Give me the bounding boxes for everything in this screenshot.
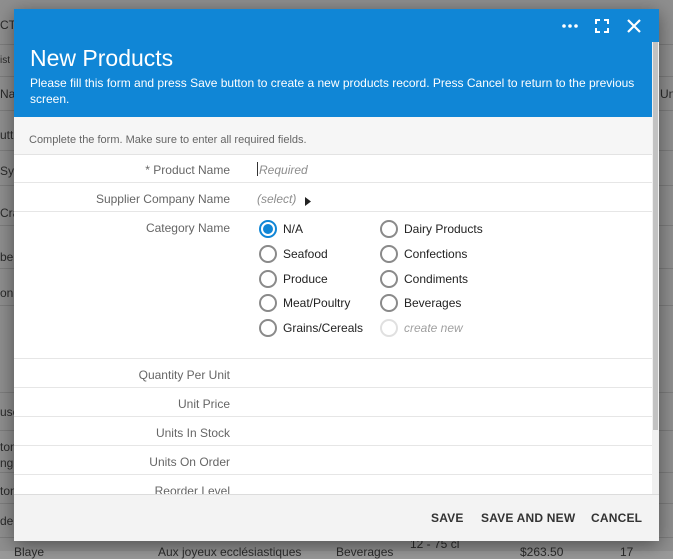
dropdown-arrow-icon[interactable]	[305, 193, 311, 211]
radio-icon	[259, 319, 277, 337]
category-option-label: Produce	[283, 272, 328, 286]
save-and-new-button[interactable]: SAVE AND NEW	[481, 511, 575, 525]
category-option-na[interactable]: N/A	[259, 220, 303, 238]
unit-price-row[interactable]: Unit Price	[14, 388, 652, 417]
category-option-label: N/A	[283, 222, 304, 236]
category-option-label: Condiments	[404, 272, 469, 286]
radio-icon	[380, 220, 398, 238]
category-option-label: Beverages	[404, 296, 462, 310]
category-option-label: Meat/Poultry	[283, 296, 351, 310]
bg-fragment: Blaye	[14, 545, 45, 559]
form-body: Complete the form. Make sure to enter al…	[14, 117, 652, 501]
bg-fragment: utt	[0, 128, 14, 142]
radio-icon	[259, 245, 277, 263]
new-products-dialog: New Products Please fill this form and p…	[14, 9, 659, 541]
form-hint: Complete the form. Make sure to enter al…	[29, 134, 307, 146]
category-option-dairy-products[interactable]: Dairy Products	[380, 220, 483, 238]
bg-fragment: $263.50	[520, 545, 564, 559]
bg-fragment: ist	[0, 55, 10, 66]
save-button[interactable]: SAVE	[431, 511, 464, 525]
more-icon[interactable]	[559, 17, 581, 35]
bg-fragment: 17	[620, 545, 634, 559]
supplier-label: Supplier Company Name	[95, 192, 230, 206]
category-option-label: create new	[404, 321, 463, 335]
radio-icon	[380, 245, 398, 263]
close-icon[interactable]	[623, 17, 645, 35]
maximize-icon[interactable]	[591, 17, 613, 35]
category-option-create-new[interactable]: create new	[380, 319, 463, 337]
radio-icon	[259, 270, 277, 288]
radio-icon	[380, 294, 398, 312]
dialog-description: Please fill this form and press Save but…	[30, 76, 635, 106]
category-option-label: Seafood	[283, 247, 328, 261]
supplier-lookup[interactable]: (select)	[257, 192, 296, 206]
dialog-title: New Products	[30, 45, 174, 71]
category-option-beverages[interactable]: Beverages	[380, 294, 461, 312]
radio-checked-icon	[259, 220, 277, 238]
bg-fragment: de	[0, 514, 14, 528]
units-in-stock-row[interactable]: Units In Stock	[14, 417, 652, 446]
bg-fragment: on	[0, 286, 14, 300]
product-name-input[interactable]: Required	[259, 163, 308, 177]
category-row: Category Name N/A Seafood Produce Meat/P…	[14, 212, 652, 359]
radio-icon	[259, 294, 277, 312]
product-name-row: * Product Name Required	[14, 154, 652, 183]
bg-fragment: Aux joyeux ecclésiastiques	[158, 545, 302, 559]
bg-fragment: Sy	[0, 164, 15, 178]
units-on-order-row[interactable]: Units On Order	[14, 446, 652, 475]
dialog-footer: SAVE SAVE AND NEW CANCEL	[14, 494, 659, 541]
product-name-label: * Product Name	[145, 163, 230, 177]
category-option-meat-poultry[interactable]: Meat/Poultry	[259, 294, 350, 312]
cancel-button[interactable]: CANCEL	[591, 511, 642, 525]
category-option-produce[interactable]: Produce	[259, 270, 328, 288]
category-label: Category Name	[145, 221, 230, 235]
scrollbar-thumb[interactable]	[653, 42, 658, 430]
category-option-label: Grains/Cereals	[283, 321, 364, 335]
text-cursor	[257, 162, 258, 176]
category-option-condiments[interactable]: Condiments	[380, 270, 468, 288]
category-option-grains-cereals[interactable]: Grains/Cereals	[259, 319, 363, 337]
units-on-order-label: Units On Order	[149, 455, 230, 469]
unit-price-label: Unit Price	[177, 397, 230, 411]
bg-fragment: Beverages	[336, 545, 394, 559]
radio-icon	[380, 270, 398, 288]
hint-bar: Complete the form. Make sure to enter al…	[14, 117, 652, 155]
bg-fragment: Un	[660, 87, 673, 101]
dialog-header: New Products Please fill this form and p…	[14, 9, 659, 117]
category-option-confections[interactable]: Confections	[380, 245, 467, 263]
radio-icon	[380, 319, 398, 337]
supplier-row: Supplier Company Name (select)	[14, 183, 652, 212]
quantity-per-unit-label: Quantity Per Unit	[138, 368, 230, 382]
units-in-stock-label: Units In Stock	[155, 426, 230, 440]
category-option-label: Dairy Products	[404, 222, 483, 236]
category-option-label: Confections	[404, 247, 468, 261]
category-option-seafood[interactable]: Seafood	[259, 245, 328, 263]
quantity-per-unit-row[interactable]: Quantity Per Unit	[14, 359, 652, 388]
